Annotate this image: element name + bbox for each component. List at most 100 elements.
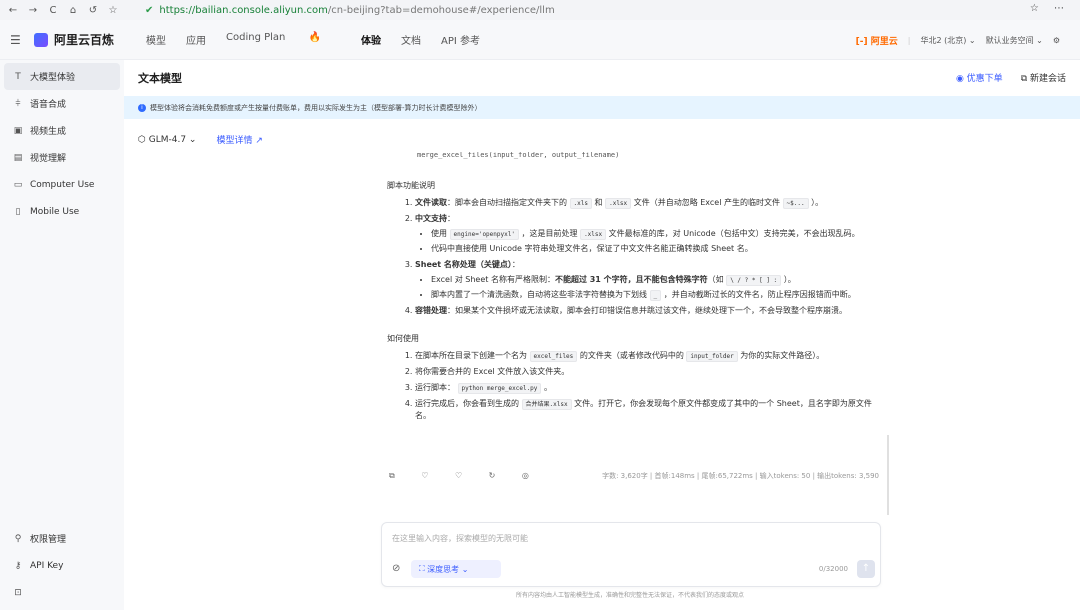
inline-code: \ / ? * [ ] : [726, 275, 782, 286]
response-meta: ⧉ ♡ ♡ ↻ ◎ 字数: 3,620字 | 首帧:148ms | 尾帧:65,… [389, 471, 879, 481]
list-item: 文件读取：脚本会自动扫描指定文件夹下的 .xls 和 .xlsx 文件（并自动忽… [415, 197, 877, 209]
model-icon: ⬡ [138, 134, 146, 145]
sidebar-item-api-key[interactable]: ⚷ API Key [0, 552, 124, 579]
sidebar-item-computer-use[interactable]: ▭ Computer Use [0, 171, 124, 198]
brand-name: 阿里云百炼 [54, 33, 115, 47]
send-button[interactable]: ↑ [857, 560, 875, 578]
deep-thinking-icon: ⛶ [419, 564, 428, 573]
url-path: /cn-beijing?tab=demohouse#/experience/ll… [327, 4, 555, 16]
sidebar-item-speech-synthesis[interactable]: ⫩ 语音合成 [0, 90, 124, 117]
list-item: 脚本内置了一个清洗函数，自动将这些非法字符替换为下划线 _ ，并自动截断过长的文… [431, 289, 877, 301]
sidebar-item-llm-experience[interactable]: T 大模型体验 [4, 63, 120, 90]
brand-logo[interactable]: 阿里云百炼 [34, 31, 114, 48]
video-icon: ▣ [13, 125, 23, 136]
address-bar[interactable]: ✔ https://bailian.console.aliyun.com /cn… [145, 2, 1025, 18]
url-host: https://bailian.console.aliyun.com [159, 4, 328, 16]
history-icon[interactable]: ↺ [86, 5, 100, 16]
text: ）。 [783, 275, 796, 284]
settings-gear-icon[interactable]: ⚙ [1053, 36, 1060, 45]
menu-icon[interactable]: ☰ [10, 33, 22, 47]
list-item: 代码中直接使用 Unicode 字符串处理文件名，保证了中文文件名能正确转换成 … [431, 243, 877, 255]
deep-thinking-label: 深度思考 ⌄ [427, 564, 469, 574]
region-selector[interactable]: 华北2 (北京) ⌄ [920, 35, 975, 46]
item-heading: 文件读取 [415, 198, 447, 207]
discount-order-button[interactable]: ◉ 优惠下单 [956, 71, 1003, 84]
list-item: 容错处理：如果某个文件损坏或无法读取，脚本会打印错误信息并跳过该文件，继续处理下… [415, 305, 877, 317]
sidebar-item-label: 大模型体验 [30, 73, 76, 83]
home-icon[interactable]: ⌂ [66, 5, 80, 16]
text: ，并自动截断过长的文件名，防止程序因报错而中断。 [663, 290, 856, 299]
emphasis: 不能超过 31 个字符，且不能包含特殊字符 [554, 275, 708, 284]
text: Excel 对 Sheet 名称有严格限制： [431, 275, 555, 284]
back-icon[interactable]: ← [6, 5, 20, 16]
sidebar-item-label: 语音合成 [30, 100, 67, 110]
sidebar-item-permissions[interactable]: ⚲ 权限管理 [0, 525, 124, 552]
sidebar-item-video-generation[interactable]: ▣ 视频生成 [0, 117, 124, 144]
chat-input-placeholder[interactable]: 在这里输入内容，探索模型的无限可能 [392, 533, 528, 544]
forward-icon[interactable]: → [26, 5, 40, 16]
info-icon: i [138, 103, 146, 112]
list-item: 在脚本所在目录下创建一个名为 excel_files 的文件夹（或者修改代码中的… [415, 350, 877, 362]
list-item: Sheet 名称处理（关键点）： Excel 对 Sheet 名称有严格限制：不… [415, 259, 877, 301]
nav-experience[interactable]: 体验 [361, 32, 381, 47]
user-icon: ⚲ [14, 533, 22, 544]
text: 的文件夹（或者修改代码中的 [579, 351, 684, 360]
deep-thinking-toggle[interactable]: ⛶ 深度思考 ⌄ [411, 560, 501, 578]
text: 运行脚本： [415, 383, 455, 392]
section-heading: 如何使用 [387, 334, 419, 343]
scrollbar[interactable] [887, 435, 889, 515]
inline-code: engine='openpyxl' [449, 229, 519, 240]
item-heading: Sheet 名称处理（关键点） [415, 260, 512, 269]
flame-icon: 🔥 [308, 32, 322, 43]
text: （如 [707, 275, 724, 284]
sidebar-item-mobile-use[interactable]: ▯ Mobile Use [0, 198, 124, 225]
mobile-icon: ▯ [15, 206, 21, 217]
text: 为你的实际文件路径）。 [740, 351, 825, 360]
inline-code: ~$... [782, 198, 809, 209]
sidebar-item-label: 视频生成 [30, 127, 67, 137]
workspace-selector[interactable]: 默认业务空间 ⌄ [986, 35, 1043, 46]
inline-code: excel_files [529, 351, 578, 362]
sub-list: 使用 engine='openpyxl' ，这是目前处理 .xlsx 文件最标准… [431, 228, 877, 255]
response-action-icons[interactable]: ⧉ ♡ ♡ ↻ ◎ [389, 471, 541, 481]
top-navigation: ☰ 阿里云百炼 模型 应用 Coding Plan 🔥 体验 文档 API 参考… [0, 20, 1080, 60]
list-item: Excel 对 Sheet 名称有严格限制：不能超过 31 个字符，且不能包含特… [431, 274, 877, 286]
text-icon: T [15, 71, 21, 82]
nav-docs[interactable]: 文档 [401, 32, 421, 47]
text: 文件（并自动忽略 Excel 产生的临时文件 [633, 198, 780, 207]
list-item: 运行脚本： python merge_excel.py 。 [415, 382, 877, 394]
aliyun-logo[interactable]: [-] 阿里云 [856, 34, 898, 47]
model-selector-row: ⬡ GLM-4.7 ⌄ 模型详情 ↗ [138, 133, 263, 147]
sub-list: Excel 对 Sheet 名称有严格限制：不能超过 31 个字符，且不能包含特… [431, 274, 877, 301]
collapse-sidebar-button[interactable]: ⊡ [0, 579, 124, 606]
attach-icon[interactable]: ⊘ [392, 563, 400, 574]
chat-input-box[interactable]: 在这里输入内容，探索模型的无限可能 ⊘ ⛶ 深度思考 ⌄ 0/32000 ↑ [381, 522, 881, 587]
browser-toolbar: ← → C ⌂ ↺ ☆ ✔ https://bailian.console.al… [0, 0, 1080, 20]
top-right-controls: [-] 阿里云 | 华北2 (北京) ⌄ 默认业务空间 ⌄ ⚙ [856, 20, 1070, 60]
usage-list: 在脚本所在目录下创建一个名为 excel_files 的文件夹（或者修改代码中的… [415, 350, 877, 422]
audio-icon: ⫩ [15, 98, 21, 109]
nav-model[interactable]: 模型 [146, 32, 166, 47]
nav-app[interactable]: 应用 [186, 32, 206, 47]
text: 在脚本所在目录下创建一个名为 [415, 351, 527, 360]
text: 文件最标准的库，对 Unicode（包括中文）支持完美，不会出现乱码。 [608, 229, 860, 238]
sidebar-item-label: Mobile Use [30, 206, 80, 217]
sidebar: T 大模型体验 ⫩ 语音合成 ▣ 视频生成 ▤ 视觉理解 ▭ Computer … [0, 60, 124, 610]
image-icon: ▤ [13, 152, 23, 163]
nav-coding-plan[interactable]: Coding Plan 🔥 [226, 32, 341, 47]
nav-api-reference[interactable]: API 参考 [441, 32, 480, 47]
favorites-icon[interactable]: ☆ [106, 5, 120, 16]
key-icon: ⚷ [14, 560, 22, 571]
sidebar-item-vision[interactable]: ▤ 视觉理解 [0, 144, 124, 171]
item-heading: 容错处理 [415, 306, 447, 315]
item-heading: 中文支持 [415, 214, 447, 223]
new-chat-button[interactable]: ⧉ 新建会话 [1021, 71, 1066, 84]
sidebar-item-label: API Key [30, 560, 64, 571]
reload-icon[interactable]: C [46, 5, 60, 16]
monitor-icon: ▭ [13, 179, 23, 190]
inline-code: .xlsx [580, 229, 607, 240]
model-details-link[interactable]: 模型详情 ↗ [216, 133, 262, 146]
text: ）。 [811, 198, 824, 207]
browser-menu-icons[interactable]: ☆ ⋯ [1030, 3, 1070, 14]
model-selector[interactable]: ⬡ GLM-4.7 ⌄ [138, 135, 196, 145]
